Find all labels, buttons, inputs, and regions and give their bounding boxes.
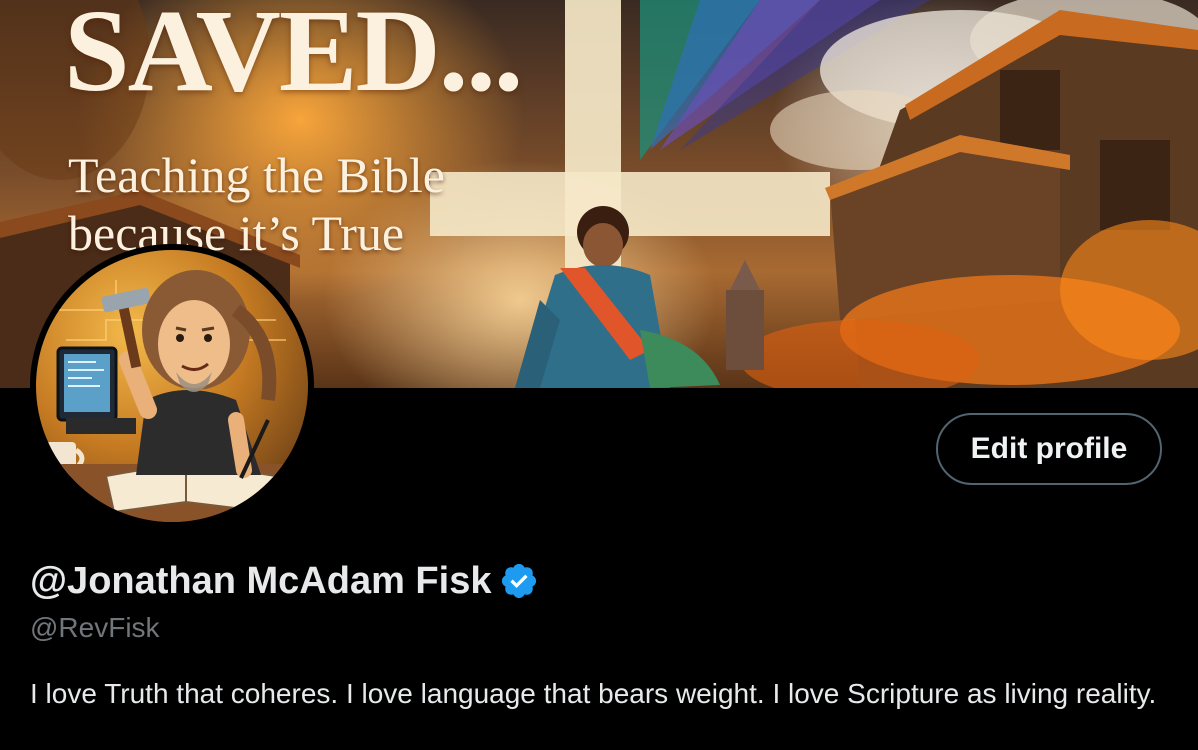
banner-subtitle-line-1: Teaching the Bible	[68, 147, 445, 203]
display-name-row: @Jonathan McAdam Fisk	[30, 556, 539, 606]
profile-avatar[interactable]	[30, 244, 314, 528]
display-name: @Jonathan McAdam Fisk	[30, 559, 492, 602]
profile-handle: @RevFisk	[30, 612, 160, 643]
verified-badge-icon[interactable]	[499, 561, 539, 601]
banner-title: SAVED...	[64, 0, 523, 116]
avatar-image	[36, 250, 308, 522]
banner-subtitle: Teaching the Bible because it’s True	[68, 146, 445, 262]
edit-profile-button[interactable]: Edit profile	[936, 413, 1162, 485]
avatar-illustration-icon	[36, 270, 308, 522]
profile-bio: I love Truth that coheres. I love langua…	[30, 678, 1157, 709]
